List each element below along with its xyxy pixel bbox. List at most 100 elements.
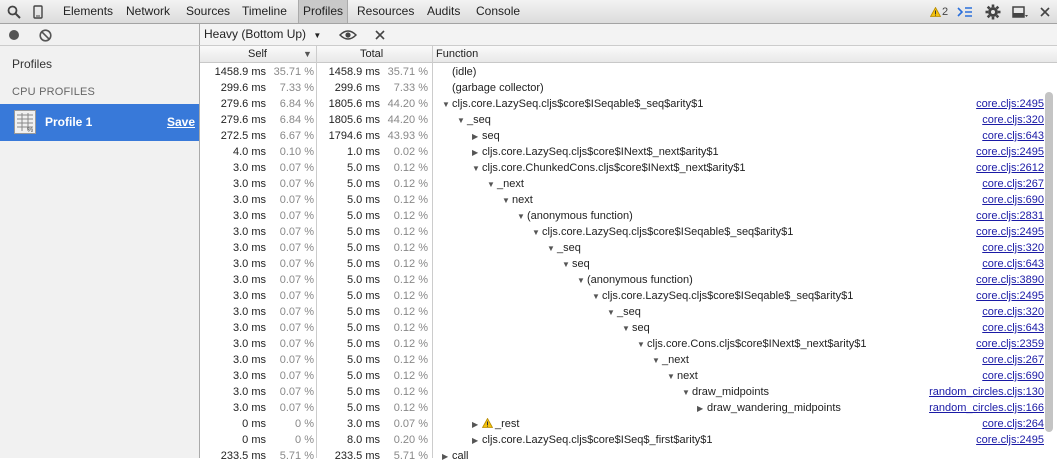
source-link[interactable]: core.cljs:2359 <box>976 336 1044 352</box>
source-link[interactable]: random_circles.cljs:130 <box>929 384 1044 400</box>
table-row[interactable]: 3.0 ms 0.07 % 5.0 ms 0.12 % ▼ seq core.cljs:64… <box>200 256 1044 272</box>
tab-profiles[interactable]: Profiles <box>298 0 349 23</box>
source-link[interactable]: core.cljs:690 <box>982 192 1044 208</box>
column-total[interactable]: Total <box>360 46 383 63</box>
table-row[interactable]: 279.6 ms 6.84 % 1805.6 ms 44.20 % ▼ cljs.core… <box>200 96 1044 112</box>
total-time: 5.0 ms <box>346 338 380 350</box>
device-mode-icon[interactable] <box>28 2 48 22</box>
close-icon[interactable] <box>1035 2 1055 22</box>
source-link[interactable]: core.cljs:320 <box>982 304 1044 320</box>
sidebar-profiles-heading[interactable]: Profiles <box>12 57 52 71</box>
table-row[interactable]: 1458.9 ms 35.71 % 1458.9 ms 35.71 % (idle) <box>200 64 1044 80</box>
source-link[interactable]: core.cljs:2831 <box>976 208 1044 224</box>
collapsed-triangle-icon[interactable]: ▶ <box>472 417 482 432</box>
table-row[interactable]: 3.0 ms 0.07 % 5.0 ms 0.12 % ▼ _seq core.cljs:3… <box>200 304 1044 320</box>
tab-elements[interactable]: Elements <box>63 0 113 23</box>
source-link[interactable]: random_circles.cljs:166 <box>929 400 1044 416</box>
tab-network[interactable]: Network <box>126 0 170 23</box>
tab-resources[interactable]: Resources <box>357 0 414 23</box>
source-link[interactable]: core.cljs:690 <box>982 368 1044 384</box>
gear-icon[interactable] <box>983 2 1003 22</box>
table-row[interactable]: 3.0 ms 0.07 % 5.0 ms 0.12 % ▼ _next core.cljs:… <box>200 352 1044 368</box>
table-row[interactable]: 3.0 ms 0.07 % 5.0 ms 0.12 % ▼ next core.cljs:6… <box>200 192 1044 208</box>
expanded-triangle-icon[interactable]: ▼ <box>637 337 647 352</box>
tab-timeline[interactable]: Timeline <box>242 0 287 23</box>
table-row[interactable]: 3.0 ms 0.07 % 5.0 ms 0.12 % ▼ draw_midpoints r… <box>200 384 1044 400</box>
source-link[interactable]: core.cljs:320 <box>982 240 1044 256</box>
sidebar-item-profile-1[interactable]: % Profile 1 Save <box>0 104 199 141</box>
warning-counter[interactable]: 2 <box>924 2 954 22</box>
exclude-icon[interactable] <box>370 25 390 45</box>
expanded-triangle-icon[interactable]: ▼ <box>472 161 482 176</box>
source-link[interactable]: core.cljs:267 <box>982 176 1044 192</box>
table-row[interactable]: 233.5 ms 5.71 % 233.5 ms 5.71 % ▶ call <box>200 448 1044 464</box>
table-row[interactable]: 3.0 ms 0.07 % 5.0 ms 0.12 % ▼ (anonymous func… <box>200 272 1044 288</box>
source-link[interactable]: core.cljs:264 <box>982 416 1044 432</box>
expanded-triangle-icon[interactable]: ▼ <box>517 209 527 224</box>
sort-descending-icon[interactable]: ▼ <box>303 46 312 63</box>
source-link[interactable]: core.cljs:3890 <box>976 272 1044 288</box>
source-link[interactable]: core.cljs:2495 <box>976 432 1044 448</box>
expanded-triangle-icon[interactable]: ▼ <box>457 113 467 128</box>
tab-sources[interactable]: Sources <box>186 0 230 23</box>
expanded-triangle-icon[interactable]: ▼ <box>487 177 497 192</box>
source-link[interactable]: core.cljs:643 <box>982 128 1044 144</box>
table-row[interactable]: 3.0 ms 0.07 % 5.0 ms 0.12 % ▼ cljs.core.Chunk… <box>200 160 1044 176</box>
expanded-triangle-icon[interactable]: ▼ <box>682 385 692 400</box>
expanded-triangle-icon[interactable]: ▼ <box>532 225 542 240</box>
table-row[interactable]: 3.0 ms 0.07 % 5.0 ms 0.12 % ▼ cljs.core.LazyS… <box>200 288 1044 304</box>
expanded-triangle-icon[interactable]: ▼ <box>547 241 557 256</box>
column-function[interactable]: Function <box>436 46 478 63</box>
source-link[interactable]: core.cljs:2495 <box>976 96 1044 112</box>
collapsed-triangle-icon[interactable]: ▶ <box>697 401 707 416</box>
record-icon[interactable] <box>4 25 24 45</box>
table-row[interactable]: 272.5 ms 6.67 % 1794.6 ms 43.93 % ▶ seq core.c… <box>200 128 1044 144</box>
collapsed-triangle-icon[interactable]: ▶ <box>472 129 482 144</box>
vertical-scrollbar[interactable] <box>1045 92 1053 432</box>
table-row[interactable]: 0 ms 0 % 8.0 ms 0.20 % ▶ cljs.core.LazySeq.cl… <box>200 432 1044 448</box>
search-icon[interactable] <box>4 2 24 22</box>
tab-console[interactable]: Console <box>476 0 520 23</box>
console-drawer-icon[interactable] <box>955 2 975 22</box>
table-row[interactable]: 3.0 ms 0.07 % 5.0 ms 0.12 % ▼ _next core.cljs:… <box>200 176 1044 192</box>
table-row[interactable]: 279.6 ms 6.84 % 1805.6 ms 44.20 % ▼ _seq core.… <box>200 112 1044 128</box>
expanded-triangle-icon[interactable]: ▼ <box>667 369 677 384</box>
table-row[interactable]: 3.0 ms 0.07 % 5.0 ms 0.12 % ▼ seq core.cljs:64… <box>200 320 1044 336</box>
source-link[interactable]: core.cljs:643 <box>982 256 1044 272</box>
table-row[interactable]: 3.0 ms 0.07 % 5.0 ms 0.12 % ▼ next core.cljs:6… <box>200 368 1044 384</box>
collapsed-triangle-icon[interactable]: ▶ <box>442 449 452 464</box>
source-link[interactable]: core.cljs:267 <box>982 352 1044 368</box>
table-row[interactable]: 3.0 ms 0.07 % 5.0 ms 0.12 % ▶ draw_wandering_… <box>200 400 1044 416</box>
table-row[interactable]: 3.0 ms 0.07 % 5.0 ms 0.12 % ▼ (anonymous func… <box>200 208 1044 224</box>
expanded-triangle-icon[interactable]: ▼ <box>652 353 662 368</box>
expanded-triangle-icon[interactable]: ▼ <box>622 321 632 336</box>
table-row[interactable]: 299.6 ms 7.33 % 299.6 ms 7.33 % (garbage col… <box>200 80 1044 96</box>
table-row[interactable]: 3.0 ms 0.07 % 5.0 ms 0.12 % ▼ cljs.core.Cons.… <box>200 336 1044 352</box>
expanded-triangle-icon[interactable]: ▼ <box>577 273 587 288</box>
collapsed-triangle-icon[interactable]: ▶ <box>472 433 482 448</box>
source-link[interactable]: core.cljs:320 <box>982 112 1044 128</box>
expanded-triangle-icon[interactable]: ▼ <box>442 97 452 112</box>
expanded-triangle-icon[interactable]: ▼ <box>562 257 572 272</box>
source-link[interactable]: core.cljs:2495 <box>976 144 1044 160</box>
view-mode-select[interactable]: Heavy (Bottom Up) ▼ <box>204 27 321 41</box>
source-link[interactable]: core.cljs:643 <box>982 320 1044 336</box>
save-link[interactable]: Save <box>167 115 195 129</box>
column-self[interactable]: Self <box>248 46 267 63</box>
self-percent: 7.33 % <box>279 82 314 94</box>
table-row[interactable]: 4.0 ms 0.10 % 1.0 ms 0.02 % ▶ cljs.core.LazyS… <box>200 144 1044 160</box>
dock-side-icon[interactable] <box>1010 2 1030 22</box>
source-link[interactable]: core.cljs:2495 <box>976 224 1044 240</box>
tab-audits[interactable]: Audits <box>427 0 460 23</box>
expanded-triangle-icon[interactable]: ▼ <box>592 289 602 304</box>
expanded-triangle-icon[interactable]: ▼ <box>502 193 512 208</box>
table-row[interactable]: 3.0 ms 0.07 % 5.0 ms 0.12 % ▼ cljs.core.LazyS… <box>200 224 1044 240</box>
expanded-triangle-icon[interactable]: ▼ <box>607 305 617 320</box>
collapsed-triangle-icon[interactable]: ▶ <box>472 145 482 160</box>
table-row[interactable]: 0 ms 0 % 3.0 ms 0.07 % ▶ _rest core.cljs:264 <box>200 416 1044 432</box>
table-row[interactable]: 3.0 ms 0.07 % 5.0 ms 0.12 % ▼ _seq core.cljs:3… <box>200 240 1044 256</box>
focus-eye-icon[interactable] <box>338 25 358 45</box>
source-link[interactable]: core.cljs:2612 <box>976 160 1044 176</box>
clear-icon[interactable] <box>35 25 55 45</box>
source-link[interactable]: core.cljs:2495 <box>976 288 1044 304</box>
